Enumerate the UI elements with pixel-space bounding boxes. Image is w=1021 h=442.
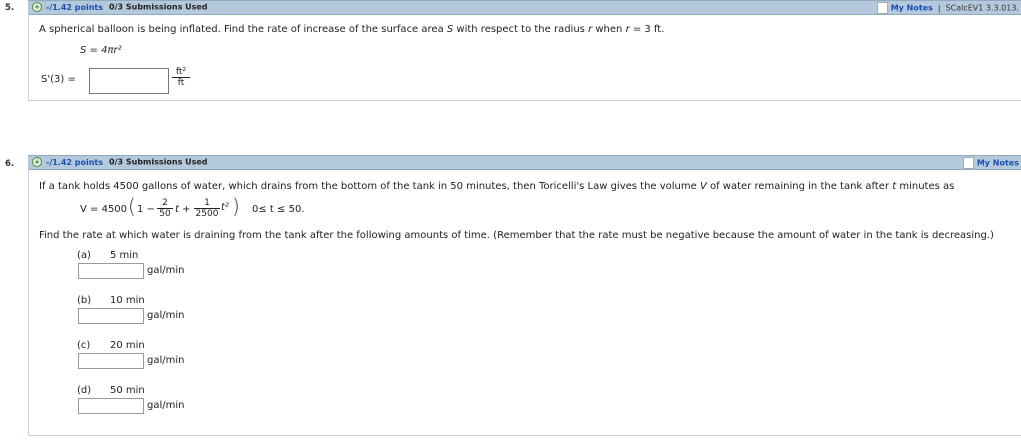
answer-label: S'(3) =: [41, 74, 76, 85]
formula-t-plus: t +: [175, 204, 191, 215]
submissions-used: 0/3 Submissions Used: [109, 2, 208, 12]
formula-one-minus: 1 −: [137, 204, 155, 215]
points-link[interactable]: -/1.42 points: [46, 3, 103, 12]
answer-input-b[interactable]: [78, 308, 144, 324]
unit-fraction: ft² ft: [172, 67, 190, 88]
part-time-c: 20 min: [110, 340, 145, 351]
right-paren: ): [232, 194, 240, 218]
note-icon[interactable]: [876, 2, 888, 14]
part-label-b: (b): [77, 295, 92, 306]
unit-label-a: gal/min: [147, 265, 185, 276]
expand-plus-icon[interactable]: +: [32, 2, 42, 12]
my-notes-link[interactable]: My Notes: [891, 4, 933, 13]
left-paren: (: [128, 194, 136, 218]
fraction-2-50: 2 50: [157, 198, 173, 219]
unit-label-c: gal/min: [147, 355, 185, 366]
unit-label-b: gal/min: [147, 310, 185, 321]
question-number: 5.: [5, 3, 15, 13]
part-label-d: (d): [77, 385, 92, 396]
volume-formula-lhs: V = 4500: [80, 204, 128, 215]
question-header: + -/1.42 points 0/3 Submissions Used My No…: [28, 0, 1021, 15]
answer-input-d[interactable]: [78, 398, 144, 414]
question-id: SCalcEV1 3.3.013.: [945, 3, 1019, 13]
part-time-d: 50 min: [110, 385, 145, 396]
part-label-a: (a): [77, 250, 91, 261]
unit-label-d: gal/min: [147, 400, 185, 411]
submissions-used: 0/3 Submissions Used: [109, 157, 208, 167]
fraction-1-2500: 1 2500: [194, 198, 220, 219]
formula-t-squared: t²: [221, 202, 229, 213]
part-time-a: 5 min: [110, 250, 139, 261]
answer-input[interactable]: [89, 68, 169, 94]
answer-input-c[interactable]: [78, 353, 144, 369]
question-number: 6.: [5, 159, 15, 169]
header-separator: |: [937, 3, 941, 13]
question-header: + -/1.42 points 0/3 Submissions Used My No…: [28, 155, 1021, 170]
part-time-b: 10 min: [110, 295, 145, 306]
part-label-c: (c): [77, 340, 91, 351]
question-prompt: A spherical balloon is being inflated. F…: [39, 24, 665, 35]
time-domain: 0≤ t ≤ 50.: [252, 204, 305, 215]
answer-input-a[interactable]: [78, 263, 144, 279]
expand-plus-icon[interactable]: +: [32, 157, 42, 167]
note-icon[interactable]: [962, 157, 974, 169]
my-notes-link[interactable]: My Notes: [977, 159, 1019, 168]
surface-area-formula: S = 4πr²: [80, 45, 122, 56]
instruction-text: Find the rate at which water is draining…: [39, 230, 994, 241]
points-link[interactable]: -/1.42 points: [46, 158, 103, 167]
question-prompt: If a tank holds 4500 gallons of water, w…: [39, 181, 955, 192]
